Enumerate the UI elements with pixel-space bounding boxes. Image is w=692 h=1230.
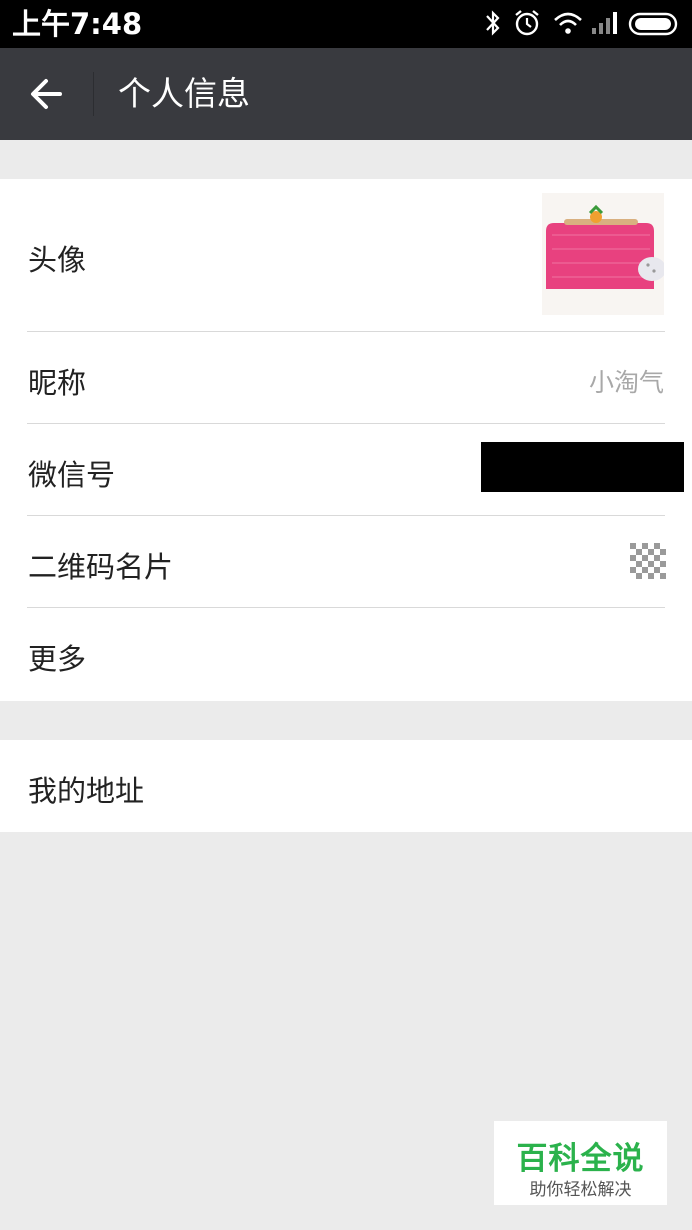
watermark-title: 百科全说 [516,1141,645,1177]
address-group: 我的地址 [0,740,692,832]
redacted-wechat-id [481,442,684,492]
row-nickname[interactable]: 昵称 小淘气 [0,332,692,424]
row-avatar[interactable]: 头像 [0,179,692,332]
qr-code-icon [630,543,666,579]
row-qr-card[interactable]: 二维码名片 [0,516,692,608]
alarm-icon [515,10,539,36]
bluetooth-icon [486,10,500,36]
avatar [542,193,664,315]
my-address-label: 我的地址 [28,774,145,808]
profile-group: 头像 昵称 小淘气 微信号 二维码名片 更多 [0,179,692,701]
back-arrow-icon [31,79,62,109]
avatar-label: 头像 [28,243,87,277]
watermark-subtitle: 助你轻松解决 [529,1180,632,1200]
signal-icon [592,12,617,34]
qr-card-label: 二维码名片 [28,550,174,584]
avatar-image [542,193,664,315]
status-bar: 上午7:48 [0,0,692,48]
row-wechat-id[interactable]: 微信号 [0,424,692,516]
page-title: 个人信息 [118,74,250,113]
wechat-id-label: 微信号 [28,458,116,492]
row-my-address[interactable]: 我的地址 [0,740,692,832]
more-label: 更多 [28,642,87,676]
status-time: 上午7:48 [12,7,143,41]
row-more[interactable]: 更多 [0,608,692,701]
back-button[interactable] [22,70,72,118]
title-divider [93,72,94,116]
watermark-logo: 百科全说 助你轻松解决 [494,1121,667,1205]
title-bar: 个人信息 [0,48,692,140]
nickname-label: 昵称 [28,366,87,400]
wifi-icon [554,12,582,34]
battery-icon [628,12,678,36]
nickname-value: 小淘气 [588,368,664,397]
